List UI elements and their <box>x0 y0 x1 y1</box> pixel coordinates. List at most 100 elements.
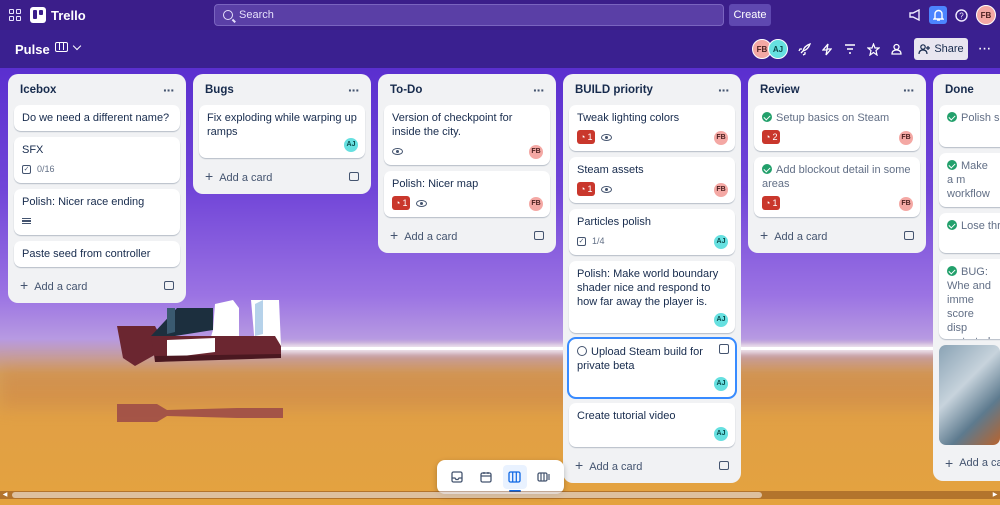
card-title: Create tutorial video <box>577 410 676 422</box>
create-button[interactable]: Create <box>729 4 771 26</box>
card-focused[interactable]: Upload Steam build for private beta AJ <box>567 337 737 399</box>
list-title[interactable]: Bugs <box>205 84 234 96</box>
scrollbar-thumb[interactable] <box>12 492 762 498</box>
share-button[interactable]: Share <box>914 38 968 60</box>
visibility-team-icon[interactable] <box>887 40 905 58</box>
card[interactable]: Add blockout detail in some areas ◔ 1 FB <box>754 157 920 217</box>
add-card-label: Add a car <box>959 457 1000 469</box>
card-template-icon[interactable] <box>349 171 359 181</box>
card[interactable]: Tweak lighting colors ◔ 1 FB <box>569 105 735 151</box>
card-member-avatar[interactable]: AJ <box>713 376 729 392</box>
member-avatar[interactable]: AJ <box>768 39 788 59</box>
switch-boards-icon[interactable] <box>532 465 556 489</box>
completed-check-icon[interactable] <box>762 164 772 174</box>
card[interactable]: Do we need a different name? <box>14 105 180 131</box>
plus-icon: + <box>945 455 954 471</box>
filter-icon[interactable] <box>841 40 859 58</box>
list-build-priority: BUILD priority ··· Tweak lighting colors… <box>563 74 741 483</box>
card-member-avatar[interactable]: AJ <box>713 426 729 442</box>
bell-icon: ◔ <box>580 132 586 142</box>
card-badges: ◔ 2 <box>762 129 912 145</box>
calendar-view-icon[interactable] <box>474 465 498 489</box>
completed-check-icon[interactable] <box>947 266 957 276</box>
list-title[interactable]: Done <box>945 84 974 96</box>
card[interactable]: SFX ✓ 0/16 <box>14 137 180 183</box>
list-review: Review ··· Setup basics on Steam ◔ 2 FB … <box>748 74 926 253</box>
card-template-icon[interactable] <box>534 230 544 240</box>
add-card-button[interactable]: + Add a card <box>384 223 550 247</box>
card[interactable]: Fix exploding while warping up ramps AJ <box>199 105 365 158</box>
card[interactable]: Polish ship <box>939 105 1000 147</box>
edit-pencil-icon[interactable] <box>719 344 729 354</box>
trello-logo[interactable]: Trello <box>30 6 86 24</box>
list-menu-dots-icon[interactable]: ··· <box>348 83 360 97</box>
horizontal-scrollbar[interactable]: ◀ ▶ <box>0 491 1000 499</box>
card[interactable]: Version of checkpoint for inside the cit… <box>384 105 550 165</box>
notification-count: 2 <box>772 132 778 142</box>
list-title[interactable]: Review <box>760 84 800 96</box>
help-icon[interactable]: ? <box>952 6 970 24</box>
list-title[interactable]: BUILD priority <box>575 84 653 96</box>
card-member-avatar[interactable]: FB <box>713 130 729 146</box>
card[interactable]: Paste seed from controller <box>14 241 180 267</box>
completed-check-icon[interactable] <box>947 160 957 170</box>
add-card-button[interactable]: + Add a card <box>569 453 735 477</box>
card-template-icon[interactable] <box>719 460 729 470</box>
card[interactable]: BUG: Whe and imme score disp restarted <box>939 259 1000 339</box>
list-title[interactable]: Icebox <box>20 84 56 96</box>
search-input[interactable]: Search <box>214 4 724 26</box>
scroll-right-arrow-icon[interactable]: ▶ <box>991 491 999 499</box>
card-member-avatar[interactable]: FB <box>713 182 729 198</box>
card[interactable]: Polish: Nicer race ending <box>14 189 180 235</box>
card[interactable]: Polish: Nicer map ◔ 1 FB <box>384 171 550 217</box>
power-ups-rocket-icon[interactable] <box>795 40 813 58</box>
star-icon[interactable] <box>864 40 882 58</box>
card[interactable]: Setup basics on Steam ◔ 2 FB <box>754 105 920 151</box>
list-menu-dots-icon[interactable]: ··· <box>533 83 545 97</box>
completed-check-icon[interactable] <box>947 220 957 230</box>
card-template-icon[interactable] <box>904 230 914 240</box>
card-member-avatar[interactable]: FB <box>528 196 544 212</box>
automation-bolt-icon[interactable] <box>818 40 836 58</box>
completed-check-icon[interactable] <box>947 112 957 122</box>
add-card-button[interactable]: + Add a card <box>14 273 180 297</box>
card[interactable]: Steam assets ◔ 1 FB <box>569 157 735 203</box>
list-title[interactable]: To-Do <box>390 84 422 96</box>
card-title: Polish: Nicer race ending <box>22 196 145 208</box>
board-title[interactable]: Pulse <box>15 42 50 57</box>
card[interactable]: Polish: Make world boundary shader nice … <box>569 261 735 333</box>
card[interactable]: Create tutorial video AJ <box>569 403 735 447</box>
card-member-avatar[interactable]: AJ <box>343 137 359 153</box>
card[interactable]: Particles polish ✓ 1/4 AJ <box>569 209 735 255</box>
card-member-avatar[interactable]: AJ <box>713 234 729 250</box>
card-template-icon[interactable] <box>164 280 174 290</box>
checklist-count: 1/4 <box>592 236 605 246</box>
inbox-view-icon[interactable] <box>445 465 469 489</box>
card[interactable]: Make a m workflow <box>939 153 1000 207</box>
card-member-avatar[interactable]: FB <box>528 144 544 160</box>
card-member-avatar[interactable]: FB <box>898 196 914 212</box>
notifications-bell-icon[interactable] <box>929 6 947 24</box>
megaphone-icon[interactable] <box>906 6 924 24</box>
list-menu-dots-icon[interactable]: ··· <box>718 83 730 97</box>
add-card-button[interactable]: + Add a car <box>939 451 1000 475</box>
add-card-button[interactable]: + Add a card <box>754 223 920 247</box>
board-view-switcher[interactable] <box>55 41 82 52</box>
board-menu-dots-icon[interactable]: ··· <box>975 40 993 58</box>
list-menu-dots-icon[interactable]: ··· <box>903 83 915 97</box>
app-switcher-icon[interactable] <box>6 6 24 24</box>
list-menu-dots-icon[interactable]: ··· <box>163 83 175 97</box>
add-card-button[interactable]: + Add a card <box>199 164 365 188</box>
card-member-avatar[interactable]: AJ <box>713 312 729 328</box>
card-title: Steam assets <box>577 164 644 176</box>
card-title: Tweak lighting colors <box>577 112 680 124</box>
mark-complete-circle-icon[interactable] <box>577 346 587 356</box>
plus-icon: + <box>205 168 214 184</box>
card[interactable]: Lose thrus <box>939 213 1000 253</box>
board-view-icon[interactable] <box>502 465 527 492</box>
card-cover-image[interactable] <box>939 345 1000 445</box>
completed-check-icon[interactable] <box>762 112 772 122</box>
account-avatar[interactable]: FB <box>976 5 996 25</box>
scroll-left-arrow-icon[interactable]: ◀ <box>1 491 9 499</box>
card-member-avatar[interactable]: FB <box>898 130 914 146</box>
